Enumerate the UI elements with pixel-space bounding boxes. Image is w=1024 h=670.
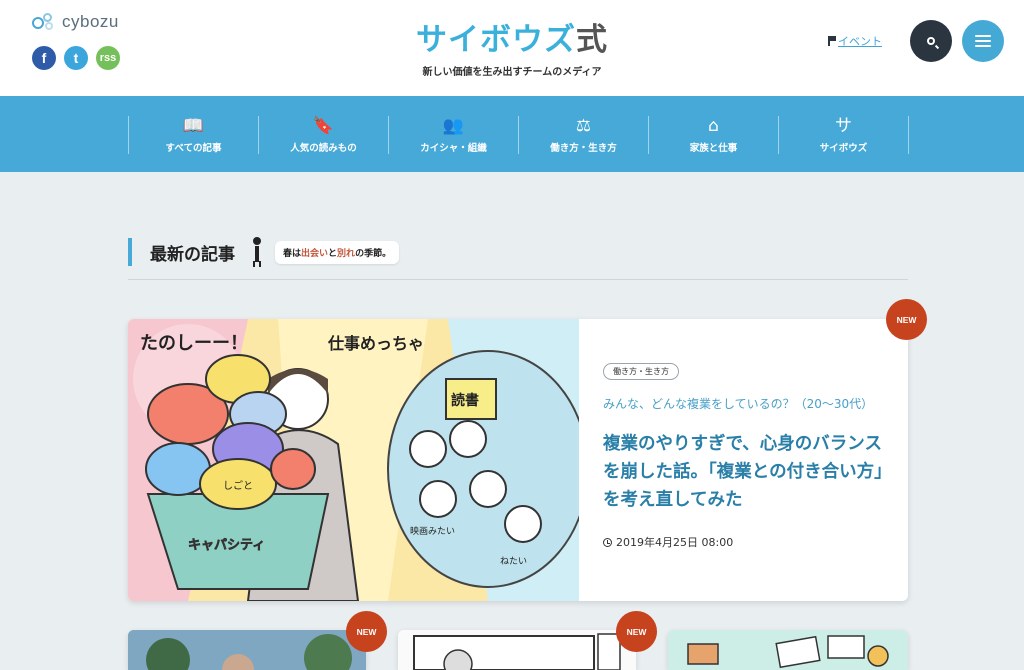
illustration-text-tanoshii: たのしーー！ — [140, 333, 248, 354]
article-thumbnail — [398, 630, 636, 670]
illustration-text-eiga: 映画みたい — [410, 525, 455, 537]
scales-icon: ⚖ — [575, 115, 592, 136]
bookmark-star-icon: 🔖 — [312, 115, 335, 136]
article-card[interactable] — [668, 630, 908, 670]
illustration-text-capacity: キャパシティ — [188, 538, 265, 553]
nav-item-family[interactable]: ⌂ 家族と仕事 — [649, 116, 779, 154]
illustration-text-shigoto: 仕事めっちゃ — [327, 334, 424, 353]
nav-item-work-style[interactable]: ⚖ 働き方・生き方 — [519, 116, 649, 154]
site-subtitle: 新しい価値を生み出すチームのメディア — [422, 67, 602, 78]
nav-item-popular[interactable]: 🔖 人気の読みもの — [259, 116, 389, 154]
article-date-text: 2019年4月25日 08:00 — [616, 536, 734, 549]
hamburger-icon — [975, 35, 991, 37]
article-thumbnail — [128, 630, 366, 670]
nav-item-label: 人気の読みもの — [290, 142, 357, 154]
search-icon — [927, 37, 935, 45]
people-icon: 👥 — [442, 115, 465, 136]
nav-item-label: 家族と仕事 — [689, 142, 738, 154]
article-series: みんな、どんな複業をしているの？（20〜30代） — [603, 397, 874, 411]
article-card[interactable] — [128, 630, 366, 670]
event-link[interactable]: イベント — [828, 33, 882, 49]
nav-item-label: すべての記事 — [165, 142, 222, 154]
nav-item-cybozu[interactable]: サ サイボウズ — [779, 116, 909, 154]
home-icon: ⌂ — [708, 115, 719, 136]
category-nav: 📖 すべての記事 🔖 人気の読みもの 👥 カイシャ・組織 ⚖ 働き方・生き方 ⌂… — [0, 96, 1024, 172]
section-heading: 最新の記事 春は出会いと別れの季節。 — [128, 237, 400, 267]
section-accent-bar — [128, 238, 132, 266]
article-date: 2019年4月25日 08:00 — [603, 534, 883, 550]
bubble-highlight: 別れ — [337, 248, 356, 259]
nav-item-company[interactable]: 👥 カイシャ・組織 — [389, 116, 519, 154]
article-illustration[interactable]: たのしーー！ 仕事めっちゃ しごと 読書 キャパシティ 映画みたい ねたい — [128, 319, 579, 601]
featured-article-card[interactable]: たのしーー！ 仕事めっちゃ しごと 読書 キャパシティ 映画みたい ねたい 働き… — [128, 319, 908, 601]
search-button[interactable] — [910, 20, 952, 62]
speech-bubble: 春は出会いと別れの季節。 — [275, 240, 400, 264]
event-label: イベント — [838, 35, 882, 48]
site-title-main: サイボウズ — [416, 22, 576, 58]
nav-item-label: 働き方・生き方 — [550, 142, 617, 154]
illustration-text-netai: ねたい — [500, 556, 527, 567]
new-badge: NEW — [346, 611, 387, 652]
new-badge: NEW — [616, 611, 657, 652]
flag-icon — [828, 36, 836, 46]
bubble-text: の季節。 — [355, 248, 392, 259]
mascot-icon — [251, 237, 263, 267]
category-tag[interactable]: 働き方・生き方 — [603, 363, 679, 380]
new-badge: NEW — [886, 299, 927, 340]
article-headline[interactable]: 複業のやりすぎで、心身のバランスを崩した話。「複業との付き合い方」を考え直してみ… — [603, 430, 883, 514]
bubble-highlight: 出会い — [301, 248, 329, 259]
bubble-text: と — [328, 248, 338, 259]
section-divider — [128, 279, 908, 280]
site-header: cybozu f t rss サイボウズ式 新しい価値を生み出すチームのメディア… — [0, 0, 1024, 96]
illustration-text-blob: しごと — [223, 479, 253, 492]
article-thumbnail — [668, 630, 908, 670]
menu-button[interactable] — [962, 20, 1004, 62]
book-icon: 📖 — [182, 115, 205, 136]
site-title-suffix: 式 — [576, 22, 608, 58]
nav-item-label: カイシャ・組織 — [420, 142, 487, 154]
section-title: 最新の記事 — [150, 244, 235, 265]
illustration-svg: たのしーー！ 仕事めっちゃ しごと 読書 キャパシティ 映画みたい ねたい — [128, 319, 579, 601]
nav-item-all-articles[interactable]: 📖 すべての記事 — [129, 116, 259, 154]
clock-icon — [603, 537, 612, 547]
nav-item-label: サイボウズ — [819, 142, 868, 154]
article-body: 働き方・生き方 みんな、どんな複業をしているの？（20〜30代） 複業のやりすぎ… — [603, 359, 883, 550]
bubble-text: 春は — [283, 248, 302, 259]
sa-icon: サ — [835, 115, 852, 136]
illustration-text-dokusho: 読書 — [451, 392, 479, 409]
article-card[interactable] — [398, 630, 636, 670]
